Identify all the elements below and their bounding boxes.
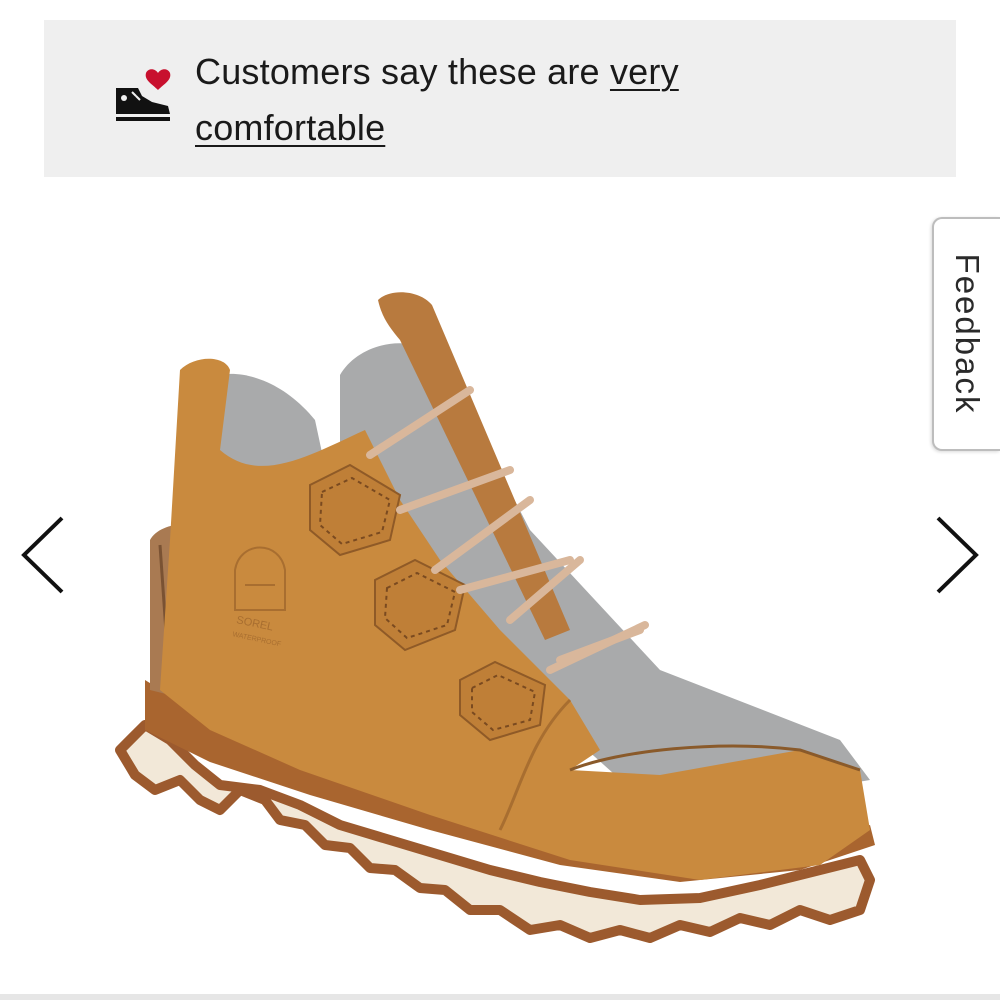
divider [0,994,1000,1000]
product-page: Customers say these are very comfortable [0,0,1000,1000]
feedback-button[interactable]: Feedback [932,217,1000,451]
comfort-message-prefix: Customers say these are [195,51,610,92]
chevron-right-icon[interactable] [926,510,986,600]
product-image: SOREL WATERPROOF [115,292,875,943]
chevron-left-icon[interactable] [14,510,74,600]
sneaker-heart-icon [116,69,171,121]
comfort-message: Customers say these are very comfortable [195,44,755,156]
feedback-label: Feedback [949,253,986,415]
